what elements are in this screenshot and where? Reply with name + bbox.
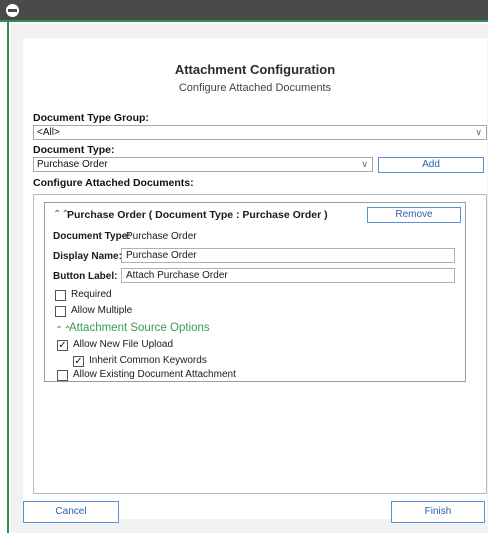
card-title: Purchase Order ( Document Type : Purchas… — [67, 209, 328, 221]
attachment-source-options-title: Attachment Source Options — [69, 322, 210, 334]
attached-document-card: ⌃⌃ Purchase Order ( Document Type : Purc… — [44, 202, 466, 382]
allow-new-upload-label: Allow New File Upload — [73, 339, 174, 350]
add-button[interactable]: Add — [378, 157, 484, 173]
document-type-group-select[interactable]: <All> ∨ — [33, 125, 487, 140]
allow-multiple-checkbox[interactable] — [55, 306, 66, 317]
doc-type-field-label: Document Type: — [53, 231, 131, 242]
document-type-group-value: <All> — [37, 127, 60, 138]
check-icon: ✓ — [58, 340, 67, 351]
button-label-label: Button Label: — [53, 271, 118, 282]
allow-existing-checkbox[interactable] — [57, 370, 68, 381]
display-name-label: Display Name: — [53, 251, 122, 262]
remove-button[interactable]: Remove — [367, 207, 461, 223]
document-type-label: Document Type: — [33, 144, 115, 156]
document-type-value: Purchase Order — [37, 159, 108, 170]
dialog-panel: Attachment Configuration Configure Attac… — [23, 38, 487, 519]
inherit-keywords-label: Inherit Common Keywords — [89, 355, 207, 366]
display-name-input[interactable]: Purchase Order — [121, 248, 455, 263]
window-titlebar — [0, 0, 488, 22]
dialog-title: Attachment Configuration — [174, 62, 336, 77]
document-type-select[interactable]: Purchase Order ∨ — [33, 157, 373, 172]
inherit-keywords-checkbox[interactable]: ✓ — [73, 356, 84, 367]
window-frame-left — [0, 22, 9, 533]
configure-attached-label: Configure Attached Documents: — [33, 177, 194, 189]
required-label: Required — [71, 289, 112, 300]
allow-existing-label: Allow Existing Document Attachment — [73, 369, 236, 380]
app-icon[interactable] — [6, 4, 19, 17]
button-label-input[interactable]: Attach Purchase Order — [121, 268, 455, 283]
cancel-button[interactable]: Cancel — [23, 501, 119, 523]
chevron-down-icon: ∨ — [361, 159, 368, 169]
dialog-subtitle: Configure Attached Documents — [178, 82, 332, 94]
allow-new-upload-checkbox[interactable]: ✓ — [57, 340, 68, 351]
dialog-content: Attachment Configuration Configure Attac… — [11, 24, 488, 533]
chevron-down-icon: ∨ — [475, 127, 482, 137]
attached-documents-list[interactable]: ⌃⌃ Purchase Order ( Document Type : Purc… — [33, 194, 487, 494]
document-type-group-label: Document Type Group: — [33, 112, 149, 124]
doc-type-field-value: Purchase Order — [126, 231, 197, 242]
allow-multiple-label: Allow Multiple — [71, 305, 133, 316]
finish-button[interactable]: Finish — [391, 501, 485, 523]
required-checkbox[interactable] — [55, 290, 66, 301]
check-icon: ✓ — [74, 356, 83, 367]
